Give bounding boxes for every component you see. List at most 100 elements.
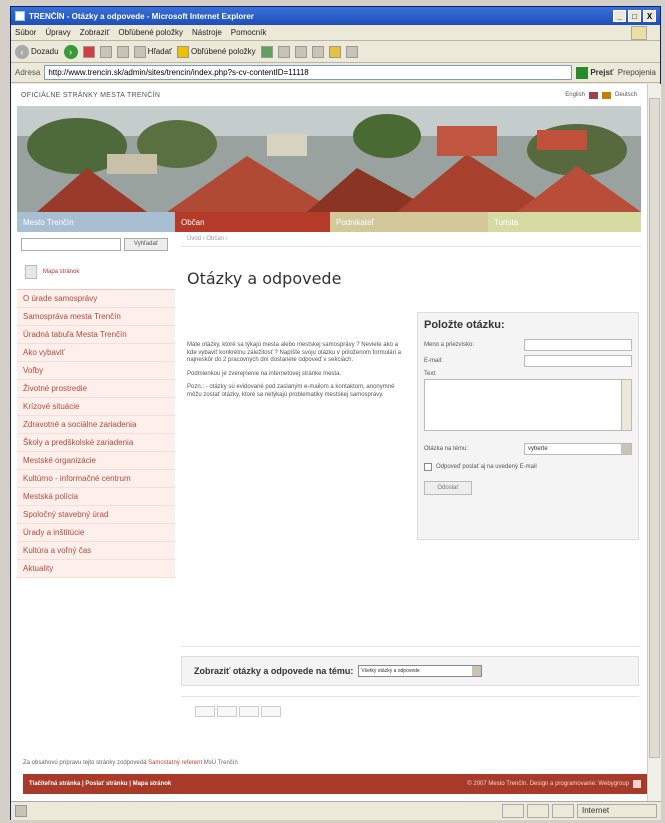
email-field[interactable] bbox=[524, 355, 632, 367]
status-bar: Internet bbox=[11, 801, 661, 820]
footer-bar: Tlačiteľná stránka | Poslať stránku | Ma… bbox=[23, 774, 647, 794]
status-pane bbox=[502, 804, 524, 818]
sidebar-item[interactable]: Kultúrno - informačné centrum bbox=[17, 470, 175, 488]
question-textarea[interactable] bbox=[424, 379, 632, 431]
name-field[interactable] bbox=[524, 339, 632, 351]
pager-button[interactable] bbox=[195, 706, 215, 717]
sidebar-item[interactable]: Školy a predškolské zariadenia bbox=[17, 434, 175, 452]
question-form: Položte otázku: Meno a priezvisko: E-mai… bbox=[417, 312, 639, 540]
site-search-button[interactable]: Vyhľadať bbox=[124, 238, 168, 251]
chevron-down-icon bbox=[472, 666, 482, 676]
sidebar-item[interactable]: Spoločný stavebný úrad bbox=[17, 506, 175, 524]
go-button[interactable]: Prejsť bbox=[576, 66, 614, 79]
windows-logo-icon bbox=[631, 25, 647, 40]
home-icon[interactable] bbox=[116, 45, 129, 58]
search-label: Hľadať bbox=[147, 47, 173, 56]
pager-button[interactable] bbox=[239, 706, 259, 717]
menu-file[interactable]: Súbor bbox=[15, 28, 36, 37]
note-prefix: Za obsahovú prípravu tejto stránky zodpo… bbox=[23, 760, 147, 766]
sidebar-item[interactable]: Zdravotné a sociálne zariadenia bbox=[17, 416, 175, 434]
address-bar: Adresa http://www.trencin.sk/admin/sites… bbox=[11, 63, 660, 83]
email-reply-checkbox[interactable] bbox=[424, 463, 432, 471]
maximize-button[interactable]: □ bbox=[628, 10, 641, 22]
breadcrumb[interactable]: Úvod › Občan › bbox=[181, 232, 641, 247]
menu-help[interactable]: Pomocník bbox=[231, 28, 267, 37]
print-icon[interactable] bbox=[311, 45, 324, 58]
go-arrow-icon bbox=[576, 66, 589, 79]
mail-icon[interactable] bbox=[294, 45, 307, 58]
lang-deutsch[interactable]: Deutsch bbox=[615, 92, 637, 98]
top-strip: OFICIÁLNE STRÁNKY MESTA TRENČÍN English … bbox=[17, 84, 641, 106]
sidebar-item[interactable]: Aktuality bbox=[17, 560, 175, 578]
pagination bbox=[195, 706, 281, 717]
de-flag-icon[interactable] bbox=[601, 91, 611, 99]
sidebar-item[interactable]: Voľby bbox=[17, 362, 175, 380]
history-icon[interactable] bbox=[277, 45, 290, 58]
nav-turista[interactable]: Turista bbox=[488, 212, 641, 232]
rss-icon[interactable] bbox=[633, 780, 641, 788]
textarea-scrollbar[interactable] bbox=[621, 380, 631, 430]
links-toolbar[interactable]: Prepojenia bbox=[618, 68, 656, 77]
sidebar-item[interactable]: Ako vybaviť bbox=[17, 344, 175, 362]
search-button[interactable]: Hľadať bbox=[133, 45, 173, 58]
sidebar-menu: O úrade samosprávy Samospráva mesta Tren… bbox=[17, 290, 175, 578]
nav-mesto[interactable]: Mesto Trenčín bbox=[17, 212, 175, 232]
back-button[interactable]: ‹ Dozadu bbox=[15, 44, 59, 59]
sidebar-item[interactable]: O úrade samosprávy bbox=[17, 290, 175, 308]
stop-icon[interactable] bbox=[82, 45, 95, 58]
sidebar-item[interactable]: Krízové situácie bbox=[17, 398, 175, 416]
address-label: Adresa bbox=[15, 68, 41, 77]
sidebar-item[interactable]: Samospráva mesta Trenčín bbox=[17, 308, 175, 326]
media-icon[interactable] bbox=[260, 45, 273, 58]
close-button[interactable]: X bbox=[643, 10, 656, 22]
note-link[interactable]: Samostatný referent bbox=[148, 760, 202, 766]
pager-button[interactable] bbox=[217, 706, 237, 717]
official-label: OFICIÁLNE STRÁNKY MESTA TRENČÍN bbox=[21, 91, 161, 99]
sidebar-item[interactable]: Mestské organizácie bbox=[17, 452, 175, 470]
site-search-input[interactable] bbox=[21, 238, 121, 251]
footer-links[interactable]: Tlačiteľná stránka | Poslať stránku | Ma… bbox=[29, 781, 171, 787]
intro-text: Máte otázky, ktoré sa týkajú mesta alebo… bbox=[187, 342, 409, 405]
nav-podnikatel[interactable]: Podnikateľ bbox=[330, 212, 488, 232]
submit-button[interactable]: Odoslať bbox=[424, 481, 472, 495]
topic-label: Otázka na tému: bbox=[424, 446, 469, 452]
toolbar: ‹ Dozadu › Hľadať Obľúbené položky bbox=[11, 41, 660, 63]
sidebar-item[interactable]: Mestská polícia bbox=[17, 488, 175, 506]
sidebar-item[interactable]: Úrady a inštitúcie bbox=[17, 524, 175, 542]
address-input[interactable]: http://www.trencin.sk/admin/sites/trenci… bbox=[44, 65, 573, 80]
star-icon bbox=[177, 45, 190, 58]
menu-tools[interactable]: Nástroje bbox=[192, 28, 222, 37]
window-title: TRENČÍN - Otázky a odpovede - Microsoft … bbox=[29, 11, 254, 21]
menu-edit[interactable]: Úpravy bbox=[45, 28, 70, 37]
sidebar-item[interactable]: Životné prostredie bbox=[17, 380, 175, 398]
topic-select[interactable]: vyberte bbox=[524, 443, 632, 455]
intro-paragraph: Podmienkou je zverejnenie na internetove… bbox=[187, 370, 342, 377]
menu-favorites[interactable]: Obľúbené položky bbox=[118, 28, 183, 37]
pager-button[interactable] bbox=[261, 706, 281, 717]
sidebar-item[interactable]: Kultúra a voľný čas bbox=[17, 542, 175, 560]
lang-english[interactable]: English bbox=[565, 92, 585, 98]
scrollbar-thumb[interactable] bbox=[649, 98, 660, 758]
topic-filter-select[interactable]: Všetky otázky a odpovede bbox=[358, 665, 483, 677]
status-pane bbox=[552, 804, 574, 818]
vertical-scrollbar[interactable] bbox=[647, 84, 661, 801]
sitemap-link[interactable]: Mapa stránok bbox=[17, 257, 175, 290]
folder-icon[interactable] bbox=[328, 45, 341, 58]
header-photo bbox=[17, 106, 641, 212]
divider bbox=[181, 696, 639, 697]
topic-filter-value: Všetky otázky a odpovede bbox=[361, 668, 420, 674]
forward-button[interactable]: › bbox=[63, 44, 78, 59]
messenger-icon[interactable] bbox=[345, 45, 358, 58]
nav-obcan[interactable]: Občan bbox=[175, 212, 330, 232]
refresh-icon[interactable] bbox=[99, 45, 112, 58]
topic-filter-label: Zobraziť otázky a odpovede na tému: bbox=[194, 666, 354, 676]
uk-flag-icon[interactable] bbox=[588, 91, 598, 99]
site-search: Vyhľadať bbox=[17, 232, 175, 257]
page-status-icon bbox=[15, 805, 27, 817]
menu-view[interactable]: Zobraziť bbox=[80, 28, 110, 37]
sidebar-item[interactable]: Úradná tabuľa Mesta Trenčín bbox=[17, 326, 175, 344]
text-label: Text: bbox=[424, 371, 437, 377]
favorites-button[interactable]: Obľúbené položky bbox=[177, 45, 256, 58]
minimize-button[interactable]: _ bbox=[613, 10, 626, 22]
title-bar: TRENČÍN - Otázky a odpovede - Microsoft … bbox=[11, 7, 660, 25]
